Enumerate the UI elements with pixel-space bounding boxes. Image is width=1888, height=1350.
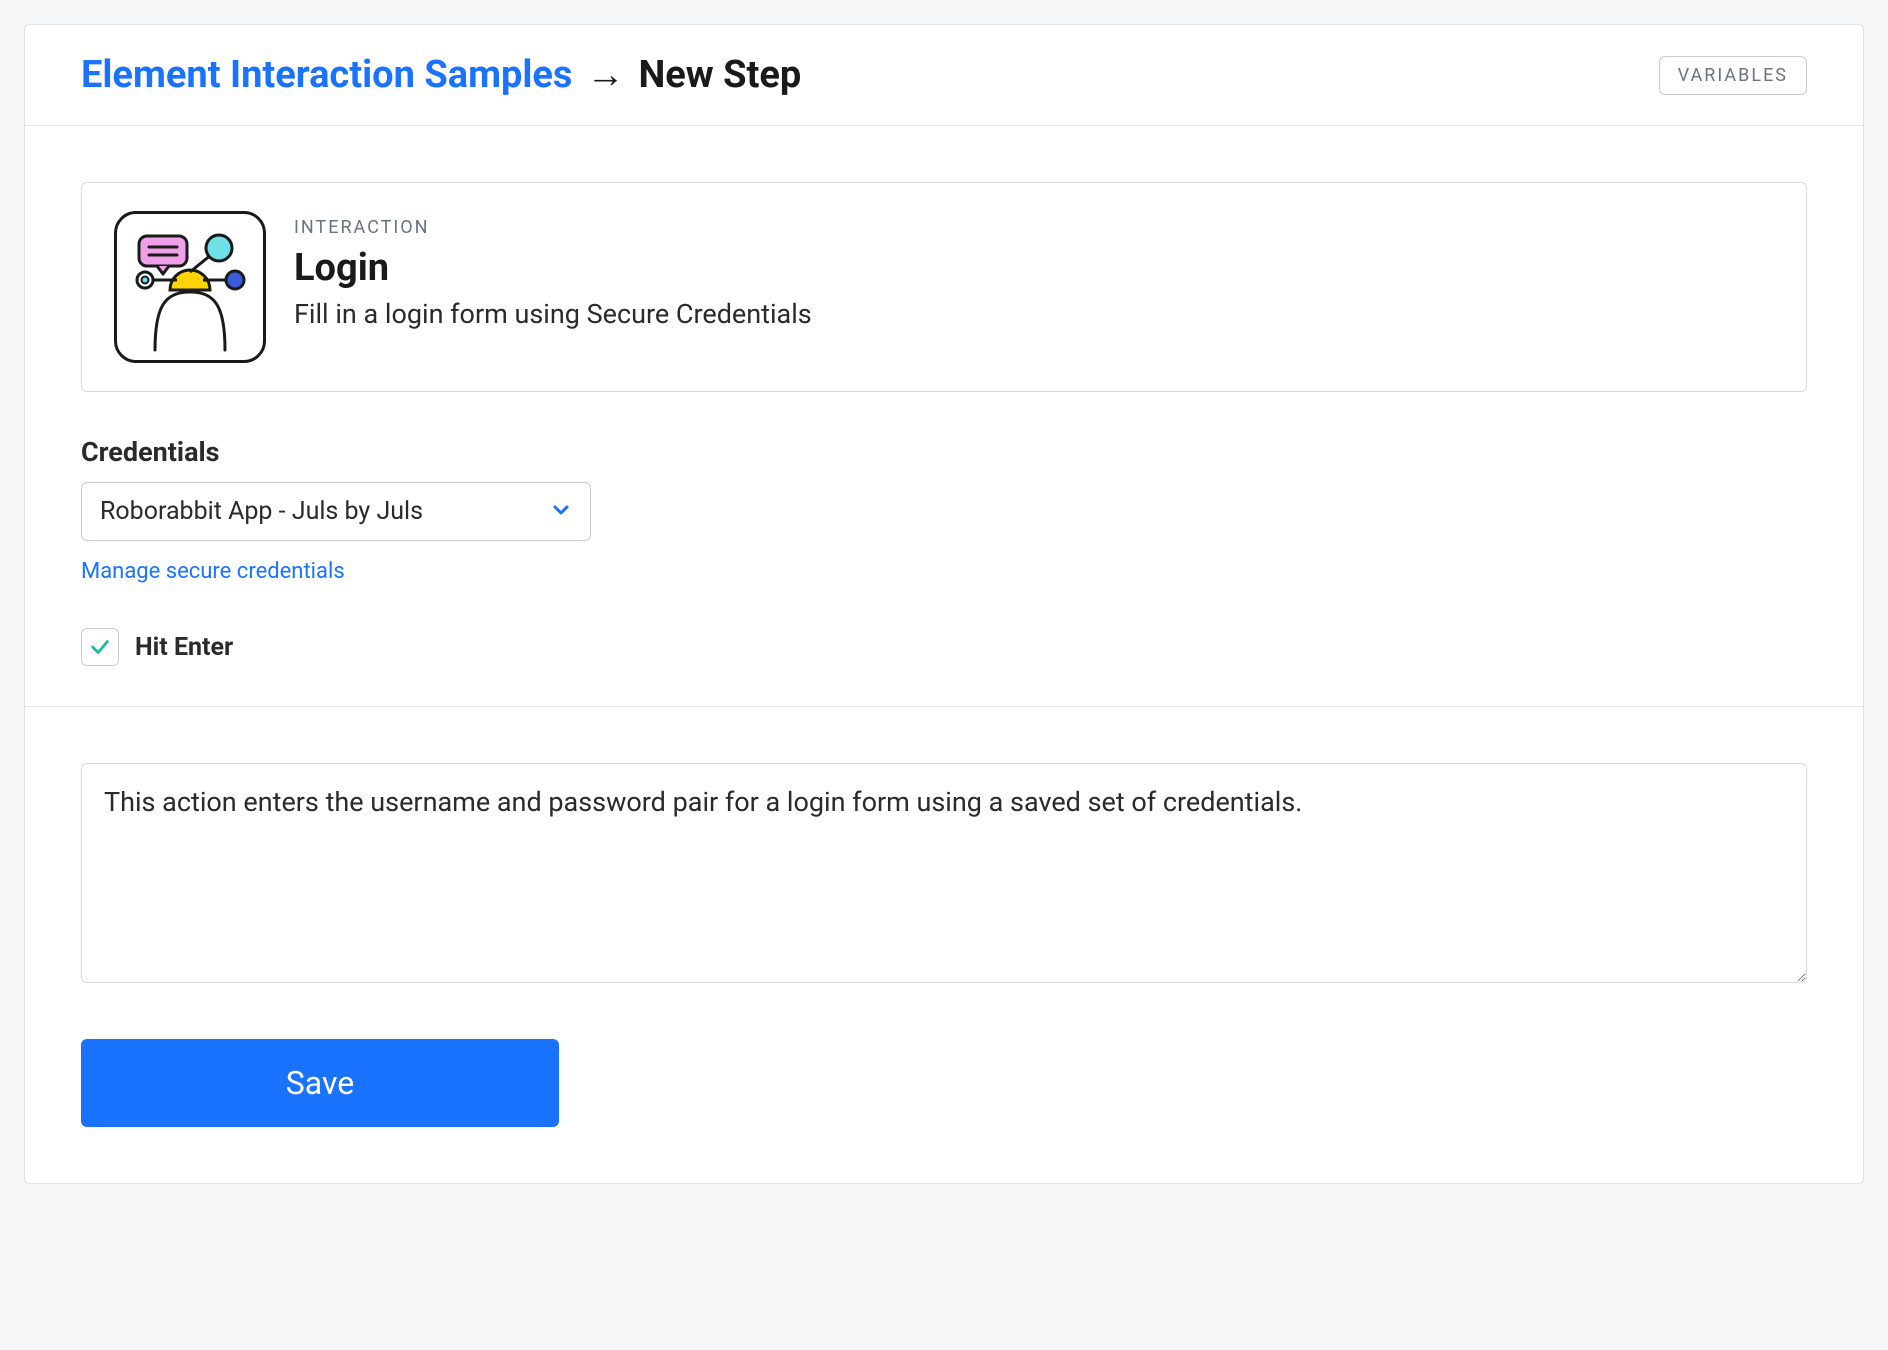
interaction-title: Login bbox=[294, 246, 812, 290]
hit-enter-checkbox[interactable] bbox=[81, 628, 119, 666]
card-body: INTERACTION Login Fill in a login form u… bbox=[25, 126, 1863, 706]
credentials-select[interactable]: Roborabbit App - Juls by Juls bbox=[81, 482, 591, 541]
interaction-text: INTERACTION Login Fill in a login form u… bbox=[294, 211, 812, 330]
step-description-textarea[interactable] bbox=[81, 763, 1807, 983]
interaction-summary: INTERACTION Login Fill in a login form u… bbox=[81, 182, 1807, 392]
interaction-description: Fill in a login form using Secure Creden… bbox=[294, 298, 812, 330]
interaction-icon bbox=[114, 211, 266, 363]
hit-enter-row: Hit Enter bbox=[81, 628, 1807, 666]
step-editor-card: Element Interaction Samples → New Step V… bbox=[24, 24, 1864, 1184]
breadcrumb-current: New Step bbox=[638, 53, 801, 97]
breadcrumb: Element Interaction Samples → New Step bbox=[81, 53, 801, 97]
variables-button[interactable]: VARIABLES bbox=[1659, 56, 1807, 95]
credentials-label: Credentials bbox=[81, 436, 1807, 468]
card-header: Element Interaction Samples → New Step V… bbox=[25, 25, 1863, 126]
hit-enter-label: Hit Enter bbox=[135, 633, 233, 662]
card-footer: Save bbox=[25, 706, 1863, 1183]
credentials-selected-value: Roborabbit App - Juls by Juls bbox=[100, 497, 423, 526]
checkmark-icon bbox=[89, 636, 111, 658]
save-button[interactable]: Save bbox=[81, 1039, 559, 1127]
breadcrumb-arrow-icon: → bbox=[586, 53, 624, 97]
interaction-category-label: INTERACTION bbox=[294, 217, 812, 238]
manage-credentials-link[interactable]: Manage secure credentials bbox=[81, 559, 345, 584]
breadcrumb-parent-link[interactable]: Element Interaction Samples bbox=[81, 53, 572, 97]
